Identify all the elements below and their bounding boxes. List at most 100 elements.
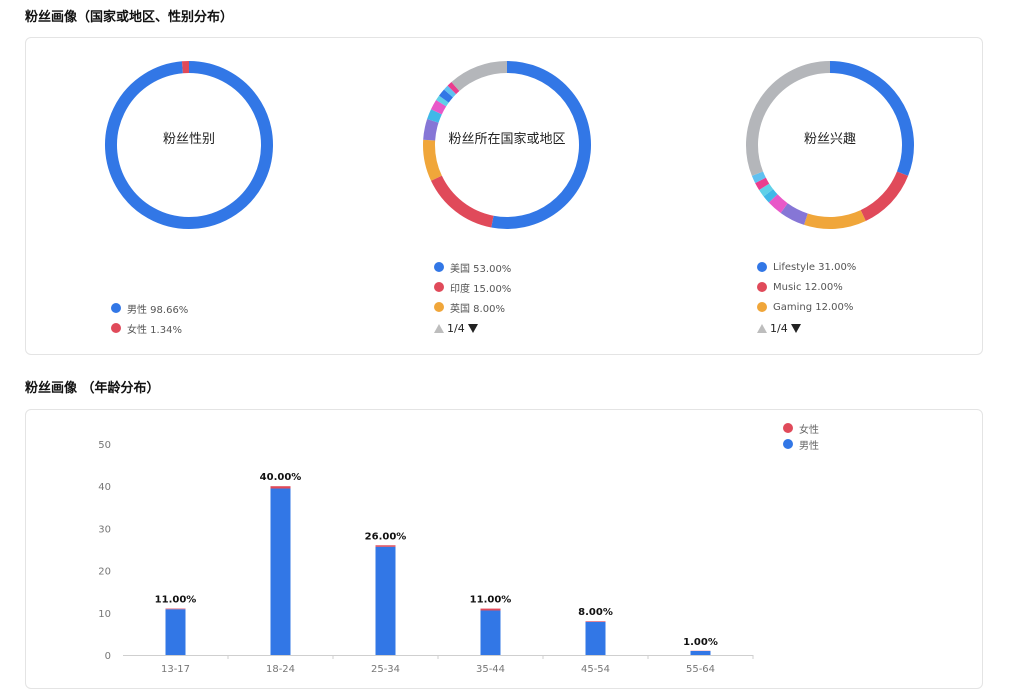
legend-label: 女性 1.34% [127, 324, 182, 336]
legend-dot [757, 302, 767, 312]
x-tick-label: 45-54 [581, 664, 610, 675]
donut-slice-segment-4[interactable] [427, 109, 442, 123]
age-bar-chart: 0 10 20 30 40 50 11.00% 13-17 40.00% 18-24 26.00% 2… [98, 440, 754, 675]
donut-slice-segment-8[interactable] [443, 85, 457, 98]
donut-slice-segment-4[interactable] [768, 194, 788, 213]
gender-legend: 男性 98.66% 女性 1.34% [111, 298, 188, 338]
legend-item-music[interactable]: Music 12.00% [757, 277, 856, 297]
donut-slice-segment-5[interactable] [430, 99, 447, 115]
bar-45-54-女性[interactable] [585, 621, 606, 622]
legend-label: 女性 [799, 424, 819, 436]
donut-slice-Lifestyle[interactable] [829, 61, 914, 176]
legend-item-gaming[interactable]: Gaming 12.00% [757, 297, 856, 317]
pager-next-icon[interactable] [467, 324, 478, 333]
bar-data-label: 11.00% [155, 595, 197, 606]
donut-slice-segment-5[interactable] [763, 189, 778, 203]
bar-25-34-女性[interactable] [375, 545, 396, 547]
country-donut-title: 粉丝所在国家或地区 [448, 132, 566, 147]
legend-item-female[interactable]: 女性 [783, 420, 819, 436]
bar-13-17-女性[interactable] [165, 608, 186, 610]
y-tick-label: 0 [105, 651, 111, 662]
age-chart-card: 0 10 20 30 40 50 11.00% 13-17 40.00% 18-24 26.00% 2… [25, 409, 983, 689]
legend-label: 男性 98.66% [127, 304, 189, 316]
x-tick-label: 55-64 [686, 664, 715, 675]
donut-slice-segment-10[interactable] [451, 61, 508, 92]
legend-dot [111, 303, 121, 313]
bar-data-label: 8.00% [578, 607, 613, 618]
donut-slice-印度[interactable] [430, 175, 494, 228]
x-tick-label: 25-34 [371, 664, 400, 675]
legend-item-uk[interactable]: 英国 8.00% [434, 297, 511, 317]
country-legend-pager: 1/4 [434, 322, 478, 335]
interest-donut-title: 粉丝兴趣 [803, 132, 856, 147]
x-tick-label: 35-44 [476, 664, 505, 675]
legend-label: 英国 8.00% [450, 303, 505, 315]
legend-dot [757, 282, 767, 292]
legend-dot [434, 282, 444, 292]
bar-25-34-男性[interactable] [375, 546, 396, 655]
pager-text: 1/4 [447, 322, 465, 335]
x-tick-label: 13-17 [161, 664, 190, 675]
bar-18-24-女性[interactable] [270, 486, 291, 489]
bar-45-54-男性[interactable] [585, 621, 606, 655]
legend-item-female[interactable]: 女性 1.34% [111, 318, 188, 338]
legend-label: 印度 15.00% [450, 283, 512, 295]
donut-slice-segment-6[interactable] [759, 183, 774, 197]
legend-item-male[interactable]: 男性 [783, 436, 819, 452]
y-tick-label: 10 [98, 609, 111, 620]
bar-35-44-男性[interactable] [480, 610, 501, 655]
bar-data-label: 11.00% [470, 595, 512, 606]
bar-18-24-男性[interactable] [270, 488, 291, 655]
legend-dot [434, 262, 444, 272]
donut-slice-segment-9[interactable] [447, 81, 460, 95]
legend-label: 美国 53.00% [450, 263, 512, 275]
bar-13-17-男性[interactable] [165, 609, 186, 655]
donut-slice-segment-7[interactable] [755, 177, 770, 191]
legend-item-usa[interactable]: 美国 53.00% [434, 257, 511, 277]
legend-dot [783, 423, 793, 433]
age-chart-legend: 女性 男性 [783, 420, 819, 452]
section-title-distribution: 粉丝画像（国家或地区、性别分布） [25, 10, 234, 25]
donut-slice-segment-6[interactable] [436, 95, 449, 107]
legend-label: 男性 [799, 440, 819, 452]
section-title-age: 粉丝画像 （年龄分布） [25, 381, 160, 396]
pager-prev-icon[interactable] [757, 324, 767, 333]
legend-label: Lifestyle 31.00% [773, 261, 857, 273]
y-tick-label: 30 [98, 524, 111, 535]
bar-data-label: 40.00% [260, 472, 302, 483]
donut-slice-segment-7[interactable] [439, 89, 454, 103]
legend-label: Music 12.00% [773, 281, 843, 293]
donut-slice-segment-9[interactable] [746, 61, 831, 176]
pager-next-icon[interactable] [790, 324, 801, 333]
gender-donut-title: 粉丝性别 [162, 132, 215, 147]
pager-text: 1/4 [770, 322, 788, 335]
pie-charts-card: 粉丝性别 男性 98.66% 女性 1.34% 粉丝所在国家或地区 美国 53.… [25, 37, 983, 355]
legend-dot [783, 439, 793, 449]
legend-item-male[interactable]: 男性 98.66% [111, 298, 188, 318]
y-tick-label: 20 [98, 567, 111, 578]
legend-dot [757, 262, 767, 272]
bar-data-label: 1.00% [683, 637, 718, 648]
donut-slice-segment-3[interactable] [780, 203, 808, 225]
pager-prev-icon[interactable] [434, 324, 444, 333]
x-tick-label: 18-24 [266, 664, 295, 675]
bar-data-label: 26.00% [365, 531, 407, 542]
legend-item-lifestyle[interactable]: Lifestyle 31.00% [757, 257, 856, 277]
legend-item-india[interactable]: 印度 15.00% [434, 277, 511, 297]
interest-legend: Lifestyle 31.00% Music 12.00% Gaming 12.… [757, 257, 856, 317]
interest-legend-pager: 1/4 [757, 322, 801, 335]
country-donut: 粉丝所在国家或地区 [422, 60, 592, 230]
legend-dot [111, 323, 121, 333]
legend-dot [434, 302, 444, 312]
legend-label: Gaming 12.00% [773, 301, 854, 313]
interest-donut: 粉丝兴趣 [745, 60, 915, 230]
y-tick-label: 40 [98, 482, 111, 493]
y-tick-label: 50 [98, 440, 111, 451]
donut-slice-segment-8[interactable] [751, 171, 766, 184]
donut-slice-Gaming[interactable] [804, 210, 866, 229]
gender-donut: 粉丝性别 [104, 60, 274, 230]
bar-35-44-女性[interactable] [480, 608, 501, 611]
donut-slice-Music[interactable] [860, 171, 909, 222]
bar-55-64-男性[interactable] [690, 650, 711, 655]
country-legend: 美国 53.00% 印度 15.00% 英国 8.00% [434, 257, 511, 317]
